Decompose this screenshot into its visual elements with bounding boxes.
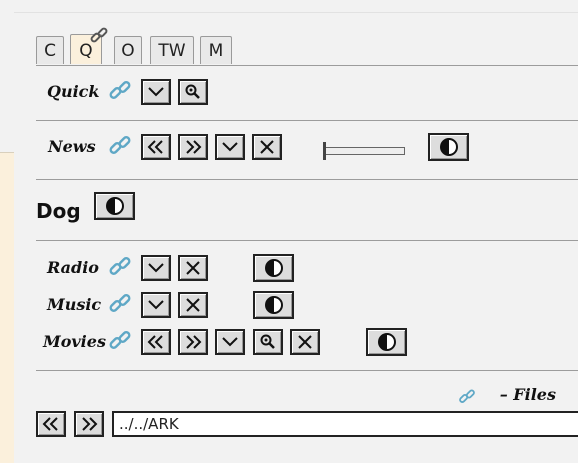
chevron-down-icon [148, 300, 164, 310]
contrast-button[interactable] [428, 133, 469, 161]
close-button[interactable] [178, 255, 208, 281]
divider [36, 65, 578, 66]
link-icon[interactable] [89, 26, 109, 46]
double-left-icon [147, 140, 163, 154]
next-button[interactable] [178, 134, 208, 160]
close-button[interactable] [178, 292, 208, 318]
tab-o[interactable]: O [114, 36, 142, 64]
previous-button[interactable] [141, 329, 171, 355]
movies-label: Movies [43, 332, 106, 351]
music-label: Music [47, 295, 102, 314]
link-icon[interactable] [108, 329, 132, 353]
contrast-button[interactable] [253, 291, 294, 319]
path-input[interactable]: ../../ARK [112, 411, 578, 437]
previous-button[interactable] [36, 411, 66, 437]
top-bar [14, 0, 578, 13]
news-label: News [48, 137, 96, 156]
close-icon [186, 261, 200, 275]
contrast-button[interactable] [253, 254, 294, 282]
zoom-icon [260, 334, 275, 349]
zoom-icon [185, 84, 200, 99]
close-icon [260, 140, 274, 154]
double-left-icon [42, 417, 58, 431]
side-panel-top [0, 0, 14, 153]
next-button[interactable] [178, 329, 208, 355]
dog-heading: Dog [36, 199, 81, 223]
expand-button[interactable] [141, 79, 171, 105]
expand-button[interactable] [215, 329, 245, 355]
contrast-icon [264, 259, 283, 277]
zoom-button[interactable] [253, 329, 283, 355]
divider [36, 120, 578, 121]
link-icon[interactable] [458, 388, 476, 406]
expand-button[interactable] [141, 292, 171, 318]
divider [36, 179, 578, 180]
link-icon[interactable] [108, 79, 132, 103]
contrast-button[interactable] [366, 328, 407, 356]
tab-tw[interactable]: TW [150, 36, 194, 64]
contrast-button[interactable] [94, 192, 135, 220]
tab-c[interactable]: C [36, 36, 64, 64]
link-icon[interactable] [108, 292, 132, 316]
double-right-icon [186, 335, 202, 349]
contrast-icon [439, 138, 458, 156]
quick-label: Quick [47, 82, 100, 101]
chevron-down-icon [148, 263, 164, 273]
chevron-down-icon [222, 337, 238, 347]
files-label: – Files [499, 385, 556, 404]
double-right-icon [82, 417, 98, 431]
link-icon[interactable] [108, 255, 132, 279]
next-button[interactable] [74, 411, 104, 437]
expand-button[interactable] [215, 134, 245, 160]
close-button[interactable] [290, 329, 320, 355]
double-right-icon [186, 140, 202, 154]
divider [36, 240, 578, 241]
chevron-down-icon [148, 87, 164, 97]
slider-track [325, 147, 405, 155]
previous-button[interactable] [141, 134, 171, 160]
close-icon [186, 298, 200, 312]
side-panel [0, 0, 14, 463]
double-left-icon [147, 335, 163, 349]
contrast-icon [105, 197, 124, 215]
zoom-button[interactable] [178, 79, 208, 105]
tab-m[interactable]: M [200, 36, 232, 64]
expand-button[interactable] [141, 255, 171, 281]
close-button[interactable] [252, 134, 282, 160]
radio-label: Radio [47, 258, 99, 277]
chevron-down-icon [222, 142, 238, 152]
contrast-icon [264, 296, 283, 314]
slider-thumb[interactable] [323, 142, 326, 160]
link-icon[interactable] [108, 134, 132, 158]
contrast-icon [377, 333, 396, 351]
close-icon [298, 335, 312, 349]
volume-slider[interactable] [323, 141, 407, 161]
divider [36, 370, 578, 371]
